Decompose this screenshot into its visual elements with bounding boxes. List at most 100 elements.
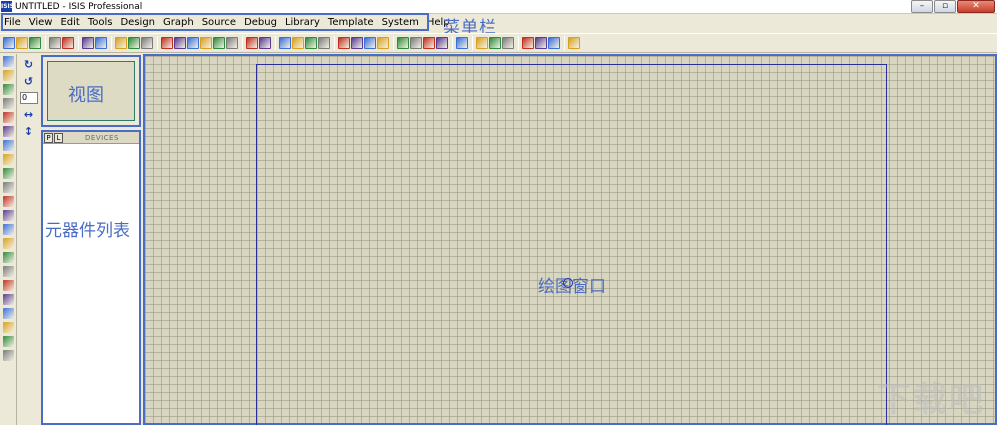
toolbar-button-icon[interactable] xyxy=(200,37,212,49)
device-selector-title: DEVICES xyxy=(85,133,119,142)
window-controls: – ▫ ✕ xyxy=(911,0,995,13)
rotate-anticlockwise-icon[interactable]: ↺ xyxy=(22,75,35,88)
minimize-button[interactable]: – xyxy=(911,0,933,13)
toolbar-button-icon[interactable] xyxy=(423,37,435,49)
mode-tool-icon[interactable] xyxy=(3,266,14,277)
menu-file[interactable]: File xyxy=(0,15,25,31)
toolbar-button-icon[interactable] xyxy=(187,37,199,49)
toolbar-button-icon[interactable] xyxy=(279,37,291,49)
rotate-clockwise-icon[interactable]: ↻ xyxy=(22,58,35,71)
mode-tool-icon[interactable] xyxy=(3,350,14,361)
toolbar-button-icon[interactable] xyxy=(522,37,534,49)
toolbar-button-icon[interactable] xyxy=(397,37,409,49)
toolbar-button-icon[interactable] xyxy=(318,37,330,49)
toolbar-button-icon[interactable] xyxy=(95,37,107,49)
main-toolbar xyxy=(0,33,997,53)
mode-tool-icon[interactable] xyxy=(3,56,14,67)
mode-tool-icon[interactable] xyxy=(3,140,14,151)
menu-edit[interactable]: Edit xyxy=(56,15,83,31)
title-bar: ISIS UNTITLED - ISIS Professional – ▫ ✕ xyxy=(0,0,997,14)
toolbar-button-icon[interactable] xyxy=(161,37,173,49)
toolbar-button-icon[interactable] xyxy=(476,37,488,49)
toolbar-button-icon[interactable] xyxy=(568,37,580,49)
toolbar-separator xyxy=(393,36,394,50)
toolbar-button-icon[interactable] xyxy=(128,37,140,49)
mode-tool-icon[interactable] xyxy=(3,280,14,291)
toolbar-button-icon[interactable] xyxy=(305,37,317,49)
toolbar-button-icon[interactable] xyxy=(436,37,448,49)
mode-tool-icon[interactable] xyxy=(3,70,14,81)
watermark-text: 下载吧 xyxy=(877,380,985,420)
mode-tool-icon[interactable] xyxy=(3,336,14,347)
app-icon: ISIS xyxy=(1,1,15,12)
menu-template[interactable]: Template xyxy=(324,15,378,31)
toolbar-separator xyxy=(78,36,79,50)
maximize-button[interactable]: ▫ xyxy=(934,0,956,13)
toolbar-button-icon[interactable] xyxy=(377,37,389,49)
toolbar-button-icon[interactable] xyxy=(535,37,547,49)
close-button[interactable]: ✕ xyxy=(957,0,995,13)
mode-tool-icon[interactable] xyxy=(3,294,14,305)
rotation-angle-field[interactable]: 0 xyxy=(20,92,38,104)
toolbar-button-icon[interactable] xyxy=(174,37,186,49)
menu-graph[interactable]: Graph xyxy=(159,15,198,31)
toolbar-button-icon[interactable] xyxy=(82,37,94,49)
toolbar-separator xyxy=(452,36,453,50)
mode-tool-icon[interactable] xyxy=(3,238,14,249)
mode-tool-icon[interactable] xyxy=(3,210,14,221)
drawing-canvas[interactable]: 绘图窗口 下载吧 xyxy=(143,54,997,425)
toolbar-button-icon[interactable] xyxy=(141,37,153,49)
menu-bar: File View Edit Tools Design Graph Source… xyxy=(0,14,997,32)
pick-device-button[interactable]: P xyxy=(44,132,53,143)
toolbar-button-icon[interactable] xyxy=(62,37,74,49)
toolbar-button-icon[interactable] xyxy=(226,37,238,49)
toolbar-separator xyxy=(111,36,112,50)
toolbar-button-icon[interactable] xyxy=(213,37,225,49)
toolbar-button-icon[interactable] xyxy=(456,37,468,49)
mode-tool-icon[interactable] xyxy=(3,98,14,109)
mode-tool-icon[interactable] xyxy=(3,154,14,165)
mode-tool-icon[interactable] xyxy=(3,168,14,179)
mode-tool-icon[interactable] xyxy=(3,84,14,95)
toolbar-button-icon[interactable] xyxy=(364,37,376,49)
toolbar-button-icon[interactable] xyxy=(502,37,514,49)
mode-tool-icon[interactable] xyxy=(3,322,14,333)
toolbar-separator xyxy=(275,36,276,50)
mode-tool-icon[interactable] xyxy=(3,112,14,123)
toolbar-button-icon[interactable] xyxy=(410,37,422,49)
mirror-horizontal-icon[interactable]: ↔ xyxy=(22,108,35,121)
mode-tool-icon[interactable] xyxy=(3,196,14,207)
mode-tool-icon[interactable] xyxy=(3,126,14,137)
toolbar-button-icon[interactable] xyxy=(259,37,271,49)
toolbar-button-icon[interactable] xyxy=(246,37,258,49)
menu-library[interactable]: Library xyxy=(281,15,324,31)
mirror-vertical-icon[interactable]: ↕ xyxy=(22,125,35,138)
toolbar-button-icon[interactable] xyxy=(338,37,350,49)
toolbar-button-icon[interactable] xyxy=(3,37,15,49)
library-manager-button[interactable]: L xyxy=(54,132,63,143)
menu-debug[interactable]: Debug xyxy=(240,15,281,31)
menu-system[interactable]: System xyxy=(378,15,423,31)
toolbar-button-icon[interactable] xyxy=(292,37,304,49)
menu-tools[interactable]: Tools xyxy=(84,15,117,31)
overview-panel[interactable]: 视图 xyxy=(41,55,141,127)
toolbar-separator xyxy=(472,36,473,50)
device-selector-panel: P L DEVICES 元器件列表 xyxy=(41,130,141,425)
toolbar-button-icon[interactable] xyxy=(489,37,501,49)
toolbar-button-icon[interactable] xyxy=(29,37,41,49)
toolbar-separator xyxy=(157,36,158,50)
menu-view[interactable]: View xyxy=(25,15,57,31)
menu-design[interactable]: Design xyxy=(116,15,159,31)
toolbar-button-icon[interactable] xyxy=(16,37,28,49)
mode-tool-icon[interactable] xyxy=(3,182,14,193)
toolbar-button-icon[interactable] xyxy=(115,37,127,49)
toolbar-separator xyxy=(564,36,565,50)
mode-tool-icon[interactable] xyxy=(3,252,14,263)
device-selector-header: P L DEVICES xyxy=(43,132,139,144)
toolbar-button-icon[interactable] xyxy=(548,37,560,49)
menu-source[interactable]: Source xyxy=(198,15,240,31)
mode-tool-icon[interactable] xyxy=(3,224,14,235)
toolbar-button-icon[interactable] xyxy=(351,37,363,49)
mode-tool-icon[interactable] xyxy=(3,308,14,319)
toolbar-button-icon[interactable] xyxy=(49,37,61,49)
